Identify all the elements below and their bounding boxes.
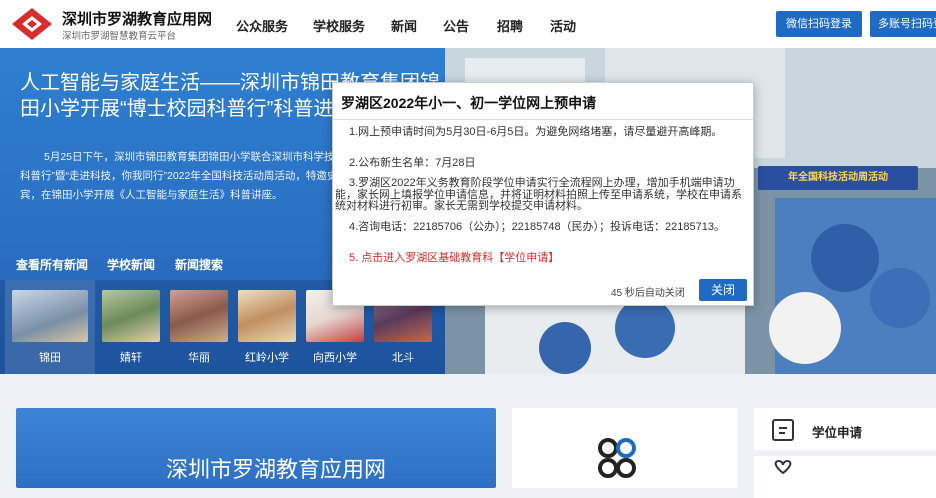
- luohu-education-logo[interactable]: [10, 6, 54, 42]
- thumb-image-jingxuan[interactable]: [102, 290, 160, 342]
- notice-popup: 罗湖区2022年小一、初一学位网上预申请 1.网上预申请时间为5月30日-6月5…: [332, 82, 754, 306]
- sidebar-item-next[interactable]: [754, 456, 936, 498]
- app-card-title: 深圳市罗湖教育应用网: [166, 457, 387, 482]
- close-button[interactable]: 关闭: [699, 279, 747, 301]
- thumb-image-hongling[interactable]: [238, 290, 296, 342]
- thumb-label-jintian[interactable]: 锦田: [10, 349, 90, 365]
- sidebar-item-degree-application[interactable]: 学位申请: [754, 408, 936, 450]
- sidebar-item-label: 学位申请: [812, 426, 863, 440]
- app-logo-icon: [598, 438, 636, 478]
- multi-account-login-button[interactable]: 多账号扫码登: [870, 11, 936, 37]
- wechat-login-button[interactable]: 微信扫码登录: [776, 11, 862, 37]
- site-subtitle: 深圳市罗湖智慧教育云平台: [62, 31, 177, 42]
- thumb-image-huali[interactable]: [170, 290, 228, 342]
- heart-icon: [774, 460, 792, 474]
- nav-news[interactable]: 新闻: [391, 16, 417, 35]
- degree-application-link[interactable]: 5. 点击进入罗湖区基础教育科【学位申请】: [335, 252, 747, 265]
- qr-card[interactable]: [512, 408, 738, 488]
- nav-recruitment[interactable]: 招聘: [497, 16, 523, 35]
- tab-all-news[interactable]: 查看所有新闻: [16, 256, 88, 273]
- activity-week-banner: 年全国科技活动周活动: [758, 166, 918, 190]
- popup-paragraph-2: 2.公布新生名单：7月28日: [349, 157, 476, 169]
- thumb-image-jintian[interactable]: [12, 290, 88, 342]
- app-card[interactable]: 深圳市罗湖教育应用网: [16, 408, 496, 488]
- popup-paragraph-3: 3.罗湖区2022年义务教育阶段学位申请实行全流程网上办理，增加手机端申请功能，…: [335, 177, 742, 212]
- top-header: 深圳市罗湖教育应用网 深圳市罗湖智慧教育云平台 公众服务 学校服务 新闻 公告 …: [0, 0, 936, 48]
- auto-close-countdown: 45 秒后自动关闭: [611, 288, 685, 299]
- thumb-label-beidou[interactable]: 北斗: [363, 349, 443, 365]
- popup-paragraph-4: 4.咨询电话：22185706（公办）；22185748（民办）；投诉电话：22…: [349, 221, 725, 233]
- nav-announcements[interactable]: 公告: [443, 16, 469, 35]
- form-icon: [772, 419, 794, 441]
- popup-divider: [333, 119, 753, 120]
- popup-paragraph-1: 1.网上预申请时间为5月30日-6月5日。为避免网络堵塞，请尽量避开高峰期。: [349, 126, 723, 138]
- tab-news-search[interactable]: 新闻搜索: [175, 256, 223, 273]
- nav-public-services[interactable]: 公众服务: [236, 16, 288, 35]
- popup-title: 罗湖区2022年小一、初一学位网上预申请: [341, 95, 597, 111]
- nav-school-services[interactable]: 学校服务: [313, 16, 365, 35]
- tab-school-news[interactable]: 学校新闻: [107, 256, 155, 273]
- site-title[interactable]: 深圳市罗湖教育应用网: [62, 8, 212, 29]
- nav-activities[interactable]: 活动: [550, 16, 576, 35]
